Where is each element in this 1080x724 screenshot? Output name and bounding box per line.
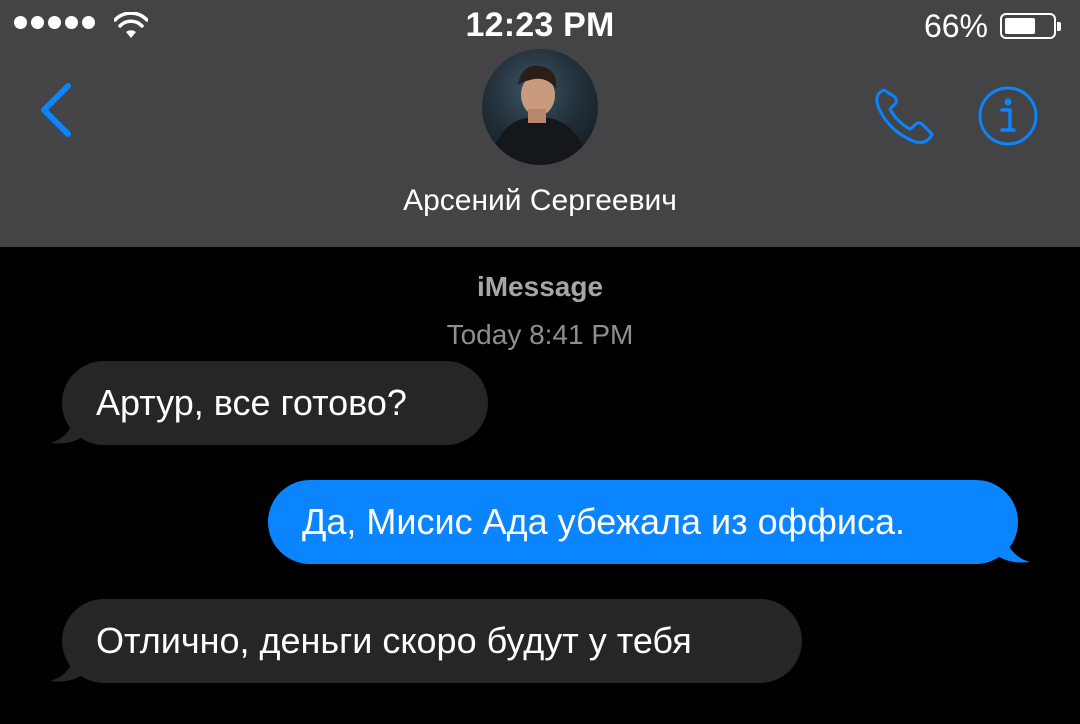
status-bar: 12:23 PM 66%: [0, 0, 1080, 54]
message-thread: iMessage Today 8:41 PM Артур, все готово…: [0, 247, 1080, 724]
messages-screen: 12:23 PM 66% Арсений Сергеевич iMessage …: [0, 0, 1080, 724]
battery-icon: [1000, 13, 1061, 39]
message-timestamp: Today 8:41 PM: [446, 319, 634, 350]
conversation-header: 12:23 PM 66% Арсений Сергеевич: [0, 0, 1080, 247]
incoming-message[interactable]: Отлично, деньги скоро будут у тебя: [62, 599, 802, 683]
battery-percentage: 66%: [923, 8, 988, 44]
outgoing-message[interactable]: Да, Мисис Ада убежала из оффиса.: [268, 480, 1018, 564]
contact-name[interactable]: Арсений Сергеевич: [0, 184, 1080, 218]
status-time: 12:23 PM: [465, 6, 615, 44]
back-chevron-icon[interactable]: [34, 80, 78, 140]
contact-avatar[interactable]: [482, 49, 598, 165]
info-icon[interactable]: [976, 84, 1040, 148]
incoming-message[interactable]: Артур, все готово?: [62, 361, 488, 445]
phone-icon[interactable]: [872, 84, 938, 146]
service-label: iMessage: [476, 271, 604, 302]
person-photo-icon: [490, 65, 590, 165]
